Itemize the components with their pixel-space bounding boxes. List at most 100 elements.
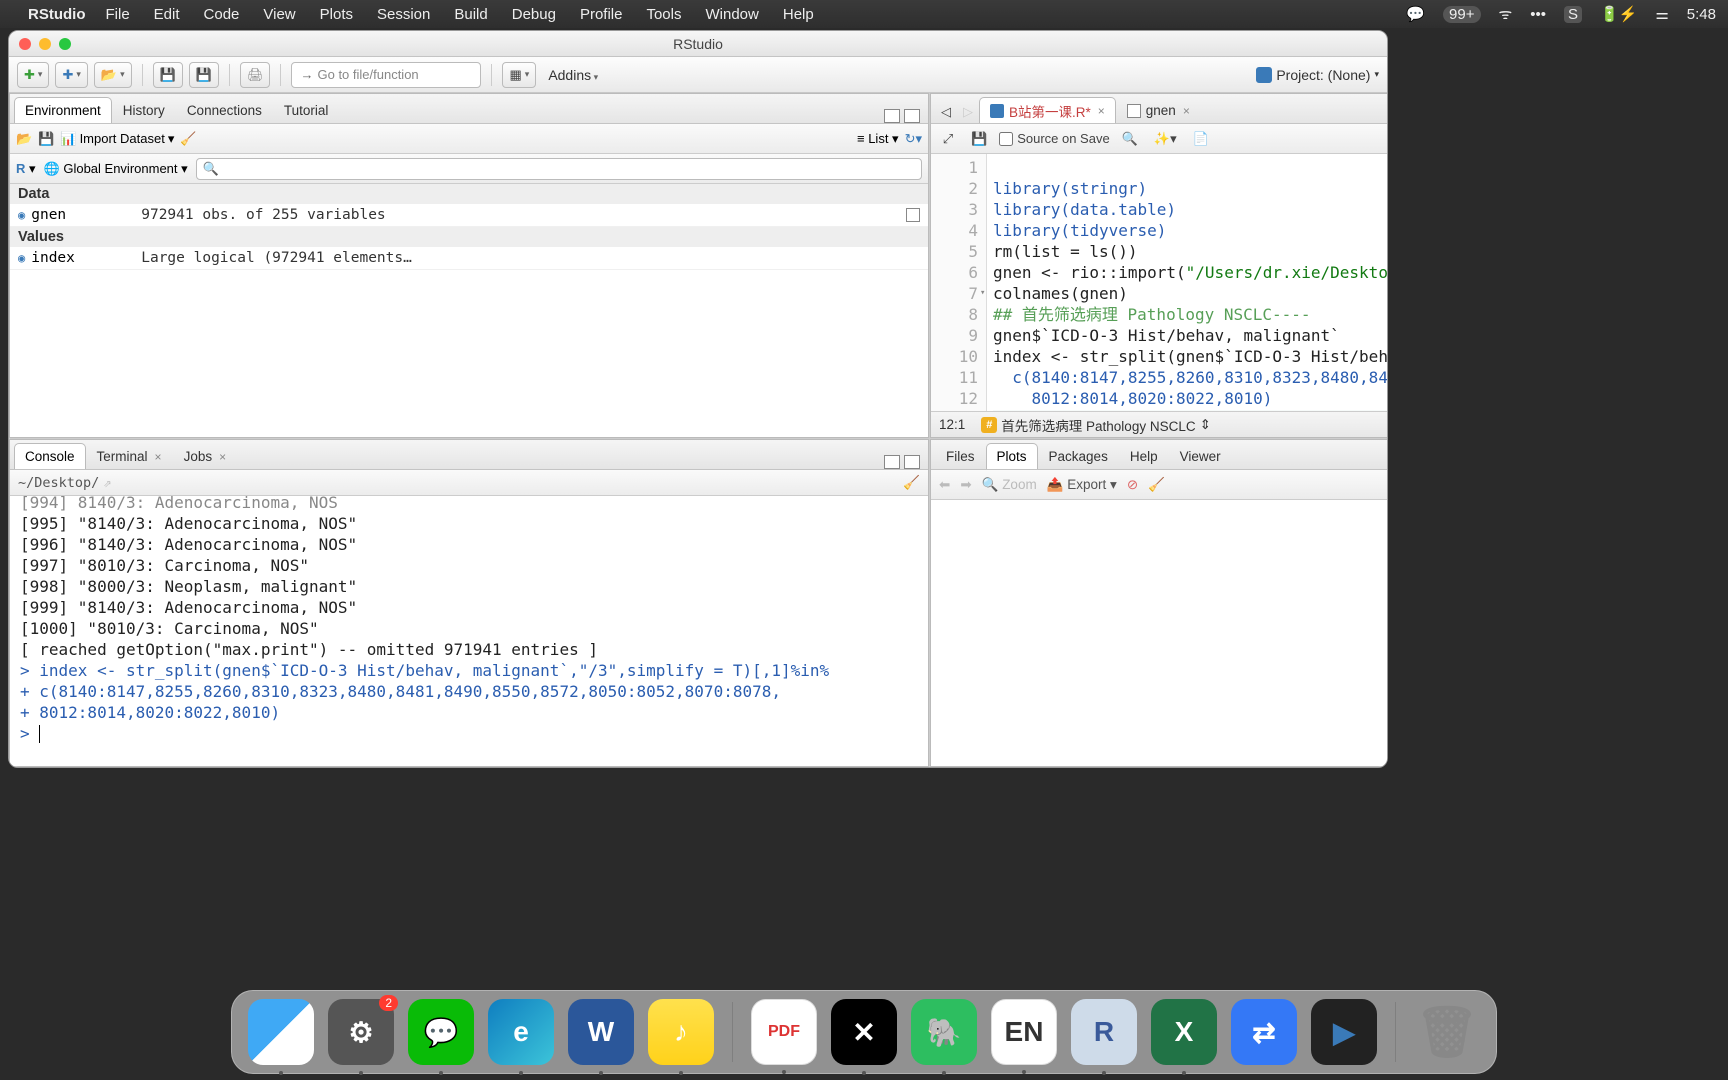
excel-icon[interactable]: X bbox=[1151, 999, 1217, 1065]
view-data-icon[interactable] bbox=[906, 208, 920, 222]
menu-build[interactable]: Build bbox=[454, 6, 487, 23]
nav-forward-button[interactable]: ▷ bbox=[957, 101, 979, 123]
source-on-save-checkbox[interactable]: Source on Save bbox=[999, 131, 1110, 146]
tab-viewer[interactable]: Viewer bbox=[1169, 443, 1232, 469]
code-content[interactable]: library(stringr) library(data.table) lib… bbox=[987, 154, 1388, 411]
tab-files[interactable]: Files bbox=[935, 443, 986, 469]
tab-history[interactable]: History bbox=[112, 97, 176, 123]
rstudio-dock-icon[interactable]: R bbox=[1071, 999, 1137, 1065]
wifi-icon[interactable]: ᯤ bbox=[1499, 4, 1513, 24]
minimize-pane-button[interactable] bbox=[884, 455, 900, 469]
close-tab-icon[interactable]: × bbox=[219, 450, 226, 464]
load-workspace-button[interactable]: 📂 bbox=[16, 131, 32, 147]
menu-edit[interactable]: Edit bbox=[154, 6, 180, 23]
remote-icon[interactable]: ⇄ bbox=[1231, 999, 1297, 1065]
addins-menu[interactable]: Addins bbox=[542, 67, 604, 83]
export-button[interactable]: 📤 Export ▾ bbox=[1047, 477, 1117, 493]
env-item-index[interactable]: ◉ index Large logical (972941 elements… bbox=[10, 247, 928, 270]
menu-file[interactable]: File bbox=[106, 6, 130, 23]
new-file-button[interactable]: ✚ bbox=[17, 62, 49, 88]
tab-help[interactable]: Help bbox=[1119, 443, 1169, 469]
x-app-icon[interactable]: ✕ bbox=[831, 999, 897, 1065]
open-file-button[interactable]: 📂 bbox=[94, 62, 132, 88]
save-button[interactable]: 💾 bbox=[153, 62, 183, 88]
prev-plot-button[interactable]: ⬅ bbox=[939, 477, 950, 493]
tab-environment[interactable]: Environment bbox=[14, 97, 112, 123]
clear-console-button[interactable]: 🧹 bbox=[903, 475, 920, 491]
menu-profile[interactable]: Profile bbox=[580, 6, 623, 23]
tab-connections[interactable]: Connections bbox=[176, 97, 273, 123]
working-directory[interactable]: ~/Desktop/ bbox=[18, 475, 99, 491]
save-source-button[interactable]: 💾 bbox=[967, 128, 991, 150]
pdf-icon[interactable]: PDF bbox=[751, 999, 817, 1065]
goto-file-function-input[interactable]: Go to file/function bbox=[291, 62, 481, 88]
env-item-gnen[interactable]: ◉ gnen 972941 obs. of 255 variables bbox=[10, 204, 928, 227]
wechat-status-icon[interactable]: 💬 bbox=[1406, 5, 1425, 23]
save-workspace-button[interactable]: 💾 bbox=[38, 131, 54, 147]
menu-window[interactable]: Window bbox=[706, 6, 759, 23]
expand-icon[interactable]: ◉ bbox=[18, 208, 25, 222]
menu-code[interactable]: Code bbox=[204, 6, 240, 23]
project-selector[interactable]: Project: (None) bbox=[1256, 67, 1379, 83]
menu-help[interactable]: Help bbox=[783, 6, 814, 23]
menu-debug[interactable]: Debug bbox=[512, 6, 556, 23]
save-all-button[interactable]: 💾 bbox=[189, 62, 219, 88]
qqmusic-icon[interactable]: ♪ bbox=[648, 999, 714, 1065]
clear-all-button[interactable]: 🧹 bbox=[1148, 477, 1165, 493]
code-tools-button[interactable]: ✨▾ bbox=[1150, 128, 1181, 150]
source-tab-data[interactable]: gnen × bbox=[1116, 97, 1201, 123]
maximize-button[interactable] bbox=[59, 38, 71, 50]
close-tab-icon[interactable]: × bbox=[1183, 104, 1190, 118]
app-name[interactable]: RStudio bbox=[28, 6, 86, 23]
expand-icon[interactable]: ◉ bbox=[18, 251, 25, 265]
edge-icon[interactable]: e bbox=[488, 999, 554, 1065]
list-view-selector[interactable]: ≡ List ▾ bbox=[857, 131, 899, 147]
clear-workspace-button[interactable]: 🧹 bbox=[180, 131, 196, 147]
source-tab-script[interactable]: B站第一课.R* × bbox=[979, 97, 1116, 123]
menu-view[interactable]: View bbox=[263, 6, 295, 23]
code-editor[interactable]: 1 2 3 4 5 6 7 8 9 10 11 12 13 library(st… bbox=[931, 154, 1388, 411]
environment-search[interactable]: 🔍 bbox=[196, 158, 922, 180]
workspace-panes-button[interactable]: ▦ bbox=[502, 62, 536, 88]
next-plot-button[interactable]: ➡ bbox=[960, 477, 971, 493]
compile-report-button[interactable]: 📄 bbox=[1189, 128, 1213, 150]
close-button[interactable] bbox=[19, 38, 31, 50]
remove-plot-button[interactable]: ⊘ bbox=[1127, 477, 1138, 493]
menu-session[interactable]: Session bbox=[377, 6, 430, 23]
endnote-icon[interactable]: EN bbox=[991, 999, 1057, 1065]
tab-console[interactable]: Console bbox=[14, 443, 86, 469]
battery-icon[interactable]: 🔋⚡ bbox=[1600, 5, 1637, 23]
word-icon[interactable]: W bbox=[568, 999, 634, 1065]
view-directory-icon[interactable]: ⇗ bbox=[103, 475, 111, 491]
settings-icon[interactable]: ⚙2 bbox=[328, 999, 394, 1065]
tab-tutorial[interactable]: Tutorial bbox=[273, 97, 340, 123]
finder-icon[interactable] bbox=[248, 999, 314, 1065]
trash-icon[interactable]: 🗑 bbox=[1414, 999, 1480, 1065]
import-dataset-button[interactable]: 📊 Import Dataset ▾ bbox=[60, 131, 174, 147]
maximize-pane-button[interactable] bbox=[904, 455, 920, 469]
tab-terminal[interactable]: Terminal× bbox=[86, 443, 173, 469]
titlebar[interactable]: RStudio bbox=[9, 31, 1387, 57]
menu-extras-icon[interactable]: ••• bbox=[1530, 6, 1546, 23]
wechat-icon[interactable]: 💬 bbox=[408, 999, 474, 1065]
zoom-button[interactable]: 🔍 Zoom bbox=[982, 477, 1037, 493]
close-tab-icon[interactable]: × bbox=[1098, 104, 1105, 118]
maximize-pane-button[interactable] bbox=[904, 109, 920, 123]
evernote-icon[interactable]: 🐘 bbox=[911, 999, 977, 1065]
nav-back-button[interactable]: ◁ bbox=[935, 101, 957, 123]
refresh-button[interactable]: ↻▾ bbox=[905, 131, 922, 147]
minimize-pane-button[interactable] bbox=[884, 109, 900, 123]
menu-plots[interactable]: Plots bbox=[320, 6, 353, 23]
tab-packages[interactable]: Packages bbox=[1038, 443, 1119, 469]
find-replace-button[interactable]: 🔍 bbox=[1118, 128, 1142, 150]
ime-icon[interactable]: S bbox=[1564, 6, 1582, 23]
console-output[interactable]: [994] 8140/3: Adenocarcinoma, NOS [995] … bbox=[10, 496, 928, 766]
player-icon[interactable]: ▶ bbox=[1311, 999, 1377, 1065]
close-tab-icon[interactable]: × bbox=[155, 450, 162, 464]
minimize-button[interactable] bbox=[39, 38, 51, 50]
scope-selector[interactable]: 🌐 Global Environment ▾ bbox=[44, 161, 188, 177]
show-in-new-window-button[interactable]: ⤢ bbox=[937, 128, 959, 150]
language-selector[interactable]: R ▾ bbox=[16, 161, 36, 177]
new-project-button[interactable]: ✚ bbox=[55, 62, 87, 88]
clock[interactable]: 5:48 bbox=[1687, 6, 1716, 23]
